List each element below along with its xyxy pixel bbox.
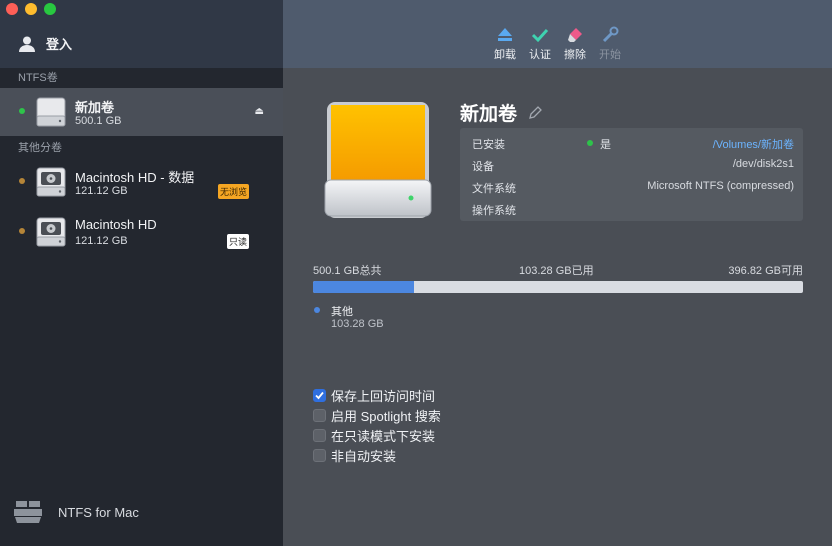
info-row-mounted: 已安装 是 /Volumes/新加卷 (472, 136, 794, 154)
os-label: 操作系统 (472, 205, 516, 217)
eject-icon[interactable]: ⏏ (255, 106, 264, 117)
verify-button[interactable]: 认证 (522, 26, 558, 62)
sidebar-item-macintosh-hd[interactable]: Macintosh HD 121.12 GB 只读 (0, 208, 283, 256)
option-no-auto-mount[interactable]: 非自动安装 (313, 445, 441, 465)
drive-icon (36, 97, 66, 127)
login-label: 登入 (46, 37, 73, 52)
minimize-window-button[interactable] (25, 3, 37, 15)
login-button[interactable]: 登入 (18, 34, 72, 53)
volume-drive-icon (324, 102, 432, 218)
option-enable-spotlight[interactable]: 启用 Spotlight 搜索 (313, 405, 441, 425)
option-label: 启用 Spotlight 搜索 (331, 408, 441, 424)
volume-name: Macintosh HD (75, 217, 157, 232)
eraser-icon (568, 28, 582, 42)
drive-icon (36, 217, 66, 247)
filesystem-label: 文件系统 (472, 183, 516, 195)
option-label: 在只读模式下安装 (331, 428, 436, 444)
filesystem-value: Microsoft NTFS (compressed) (647, 180, 794, 192)
start-button[interactable]: 开始 (592, 26, 628, 62)
window-controls (6, 3, 56, 15)
legend-name: 其他 (331, 306, 353, 318)
option-keep-access-time[interactable]: 保存上回访问时间 (313, 385, 441, 405)
mounted-value: 是 (600, 139, 611, 151)
section-title-other: 其他分卷 (18, 142, 62, 154)
edit-icon[interactable] (527, 105, 543, 121)
mount-options: 保存上回访问时间 启用 Spotlight 搜索 在只读模式下安装 非自动安装 (313, 385, 441, 465)
used-capacity: 103.28 GB已用 (519, 265, 594, 277)
status-badge: 无浏览 (218, 184, 250, 199)
start-label: 开始 (599, 49, 621, 61)
eject-icon (498, 28, 512, 41)
wrench-icon (602, 26, 619, 43)
unmount-button[interactable]: 卸载 (487, 26, 523, 62)
legend-value: 103.28 GB (331, 318, 384, 330)
checkmark-icon (531, 28, 549, 43)
volume-size: 121.12 GB (75, 235, 128, 247)
volume-title: 新加卷 (460, 99, 543, 126)
device-label: 设备 (472, 161, 494, 173)
usage-bar (313, 281, 803, 293)
volume-size: 500.1 GB (75, 115, 122, 127)
option-label: 非自动安装 (331, 448, 397, 464)
status-dot (19, 178, 25, 184)
status-dot (19, 228, 25, 234)
main-panel: 卸载 认证 擦除 开始 新加卷 已安装 是 /Volumes/新加卷 设备 /d… (283, 0, 832, 546)
unmount-label: 卸载 (494, 49, 516, 61)
sidebar: 登入 NTFS卷 新加卷 500.1 GB ⏏ 其他分卷 Macintosh H… (0, 0, 283, 546)
ntfs-logo-icon (14, 501, 42, 523)
mounted-label: 已安装 (472, 139, 505, 151)
close-window-button[interactable] (6, 3, 18, 15)
drive-icon (36, 167, 66, 197)
status-badge: 只读 (227, 234, 250, 249)
device-value: /dev/disk2s1 (732, 158, 794, 170)
checkbox[interactable] (313, 388, 326, 402)
legend-dot (314, 307, 320, 313)
erase-label: 擦除 (564, 49, 586, 61)
volume-title-text: 新加卷 (460, 104, 518, 125)
info-row-os: 操作系统 (472, 202, 794, 220)
checkbox[interactable] (313, 448, 326, 462)
verify-label: 认证 (529, 49, 551, 61)
zoom-window-button[interactable] (44, 3, 56, 15)
toolbar: 卸载 认证 擦除 开始 (283, 0, 832, 68)
option-label: 保存上回访问时间 (331, 388, 436, 404)
user-icon (19, 36, 35, 52)
checkbox[interactable] (313, 408, 326, 422)
volume-name: 新加卷 (75, 100, 115, 115)
mount-path-link[interactable]: /Volumes/新加卷 (713, 136, 794, 152)
usage-bar-fill (313, 281, 415, 293)
sidebar-item-macintosh-hd-data[interactable]: Macintosh HD - 数据 121.12 GB 无浏览 (0, 158, 283, 206)
checkbox[interactable] (313, 428, 326, 442)
sidebar-item-volume[interactable]: 新加卷 500.1 GB ⏏ (0, 88, 283, 136)
volume-info-panel: 已安装 是 /Volumes/新加卷 设备 /dev/disk2s1 文件系统 … (460, 128, 803, 221)
status-dot (19, 108, 25, 114)
section-title-ntfs: NTFS卷 (18, 72, 58, 84)
erase-button[interactable]: 擦除 (557, 26, 593, 62)
volume-name: Macintosh HD - 数据 (75, 170, 195, 185)
brand-label: NTFS for Mac (58, 504, 139, 520)
option-read-only-mount[interactable]: 在只读模式下安装 (313, 425, 441, 445)
brand: NTFS for Mac (14, 500, 139, 524)
total-capacity: 500.1 GB总共 (313, 265, 382, 277)
info-row-filesystem: 文件系统 Microsoft NTFS (compressed) (472, 180, 794, 198)
info-row-device: 设备 /dev/disk2s1 (472, 158, 794, 176)
volume-size: 121.12 GB (75, 185, 128, 197)
free-capacity: 396.82 GB可用 (728, 265, 803, 277)
status-dot (587, 140, 593, 146)
